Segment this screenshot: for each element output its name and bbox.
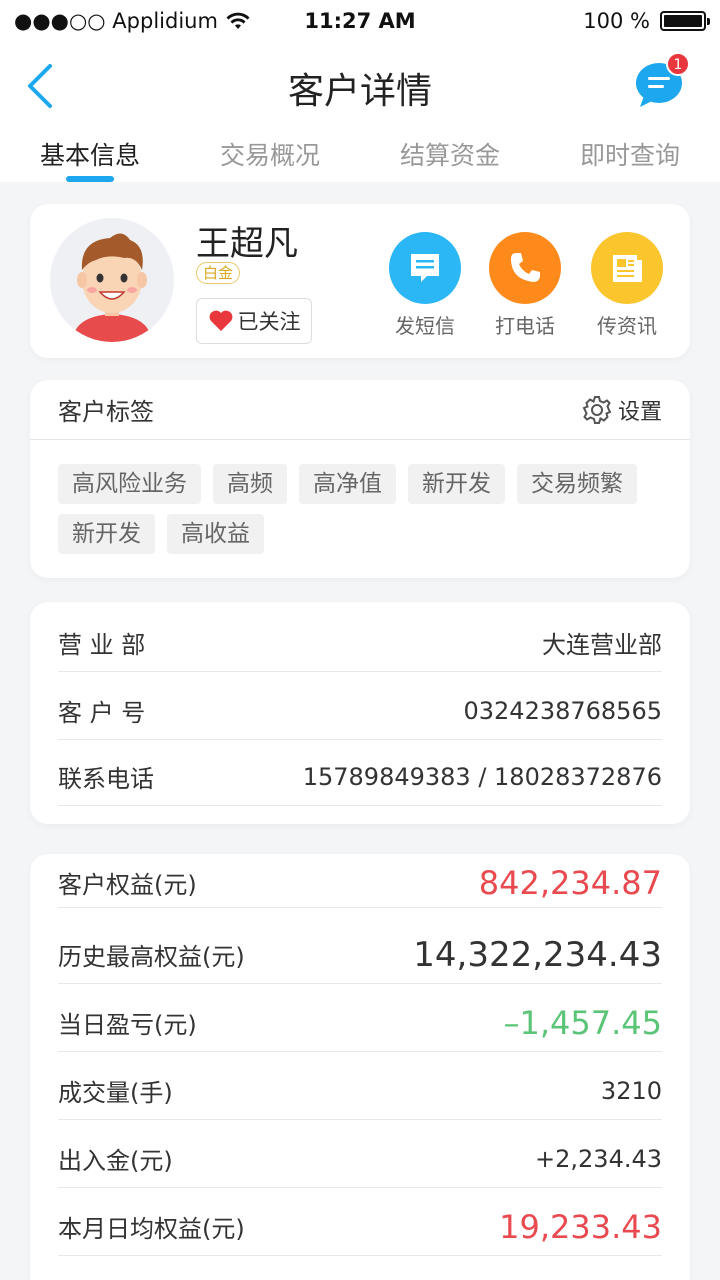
finance-row-equity: 客户权益(元) 842,234.87 [58, 858, 662, 908]
news-icon [591, 232, 663, 304]
avatar [50, 218, 174, 342]
tags-title: 客户标签 [58, 398, 154, 426]
messages-button[interactable]: 1 [634, 52, 690, 110]
call-button[interactable]: 打电话 [480, 232, 570, 339]
tab-label: 交易概况 [219, 141, 320, 170]
tab-trade-overview[interactable]: 交易概况 [180, 128, 360, 182]
battery-icon [660, 11, 710, 31]
info-row-customer-id: 客 户 号 0324238768565 [58, 682, 662, 740]
account-info-card: 营 业 部 大连营业部 客 户 号 0324238768565 联系电话 157… [30, 602, 690, 824]
row-label: 当日盈亏(元) [58, 1011, 197, 1039]
tag-item[interactable]: 新开发 [58, 514, 155, 554]
tags-header: 客户标签 设置 [30, 380, 690, 440]
row-label: 出入金(元) [58, 1147, 173, 1175]
send-sms-button[interactable]: 发短信 [380, 232, 470, 339]
finance-row-volume: 成交量(手) 3210 [58, 1062, 662, 1120]
avatar-icon [72, 233, 152, 342]
row-value: 19,233.43 [499, 1207, 662, 1246]
tab-basic-info[interactable]: 基本信息 [0, 128, 180, 182]
customer-name: 王超凡 [196, 224, 298, 264]
row-value: 0324238768565 [463, 696, 662, 725]
tag-item[interactable]: 高净值 [299, 464, 396, 504]
tag-item[interactable]: 新开发 [408, 464, 505, 504]
row-value: 3210 [600, 1076, 662, 1105]
tab-instant-query[interactable]: 即时查询 [540, 128, 720, 182]
status-bar: ●●●○○ Applidium 11:27 AM 100 % [0, 0, 720, 42]
row-value: 大连营业部 [542, 631, 662, 659]
send-news-button[interactable]: 传资讯 [582, 232, 672, 339]
row-label: 本月日均权益(元) [58, 1215, 245, 1243]
action-label: 发短信 [395, 314, 455, 338]
tag-item[interactable]: 高风险业务 [58, 464, 201, 504]
row-label: 成交量(手) [58, 1079, 173, 1107]
finance-row-fund-flow: 出入金(元) +2,234.43 [58, 1130, 662, 1188]
tab-indicator [66, 176, 114, 182]
info-row-branch: 营 业 部 大连营业部 [58, 614, 662, 672]
unread-badge: 1 [666, 52, 690, 76]
tab-label: 基本信息 [39, 141, 140, 170]
action-label: 打电话 [495, 314, 555, 338]
gear-icon [582, 395, 612, 424]
finance-row-daily-pnl: 当日盈亏(元) –1,457.45 [58, 994, 662, 1052]
settings-label: 设置 [617, 399, 662, 425]
tab-label: 即时查询 [579, 141, 680, 170]
message-icon [389, 232, 461, 304]
battery-percent: 100 % [583, 9, 650, 33]
page-title: 客户详情 [287, 71, 432, 112]
heart-icon [209, 310, 232, 331]
info-row-phone: 联系电话 15789849383 / 18028372876 [58, 748, 662, 806]
equity-card: 客户权益(元) 842,234.87 历史最高权益(元) 14,322,234.… [30, 854, 690, 1280]
clock: 11:27 AM [304, 9, 416, 33]
row-value: +2,234.43 [535, 1144, 662, 1173]
profile-card: 王超凡 白金 已关注 发短信 打电话 传资讯 [30, 204, 690, 358]
tab-settlement-funds[interactable]: 结算资金 [360, 128, 540, 182]
tag-item[interactable]: 高收益 [167, 514, 264, 554]
row-label: 营 业 部 [58, 631, 146, 659]
nav-bar: 客户详情 1 [0, 42, 720, 128]
wifi-icon [226, 12, 250, 29]
carrier-label: ●●●○○ Applidium [14, 9, 218, 33]
follow-button[interactable]: 已关注 [196, 298, 312, 344]
row-value: 14,322,234.43 [413, 934, 662, 975]
tag-list: 高风险业务 高频 高净值 新开发 交易频繁 新开发 高收益 [30, 440, 690, 564]
tab-label: 结算资金 [399, 141, 500, 170]
tag-settings-button[interactable]: 设置 [582, 394, 662, 426]
row-value: 842,234.87 [478, 863, 662, 902]
finance-row-historical-high: 历史最高权益(元) 14,322,234.43 [58, 926, 662, 984]
phone-numbers[interactable]: 15789849383 / 18028372876 [303, 763, 662, 791]
row-value: –1,457.45 [503, 1003, 663, 1042]
tag-item[interactable]: 高频 [213, 464, 287, 504]
tab-bar: 基本信息 交易概况 结算资金 即时查询 [0, 128, 720, 182]
level-badge: 白金 [196, 262, 241, 284]
action-label: 传资讯 [597, 314, 657, 338]
row-label: 客户权益(元) [58, 871, 197, 899]
row-label: 联系电话 [58, 765, 154, 793]
tag-item[interactable]: 交易频繁 [517, 464, 637, 504]
follow-label: 已关注 [237, 310, 301, 334]
phone-icon [489, 232, 561, 304]
row-label: 客 户 号 [58, 699, 146, 727]
finance-row-monthly-avg: 本月日均权益(元) 19,233.43 [58, 1198, 662, 1256]
customer-tags-card: 客户标签 设置 高风险业务 高频 高净值 新开发 交易频繁 新开发 高收益 [30, 380, 690, 578]
row-label: 历史最高权益(元) [58, 943, 245, 971]
